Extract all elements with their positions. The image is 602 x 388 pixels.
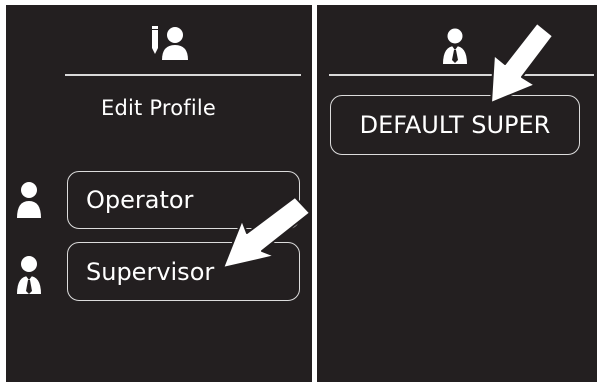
supervisor-profile-screen: DEFAULT SUPER	[317, 5, 597, 382]
pointer-arrow-icon	[490, 22, 554, 104]
pointer-arrow-icon	[222, 196, 311, 269]
edit-profile-screen: Edit Profile Operator Supervisor	[6, 5, 312, 382]
